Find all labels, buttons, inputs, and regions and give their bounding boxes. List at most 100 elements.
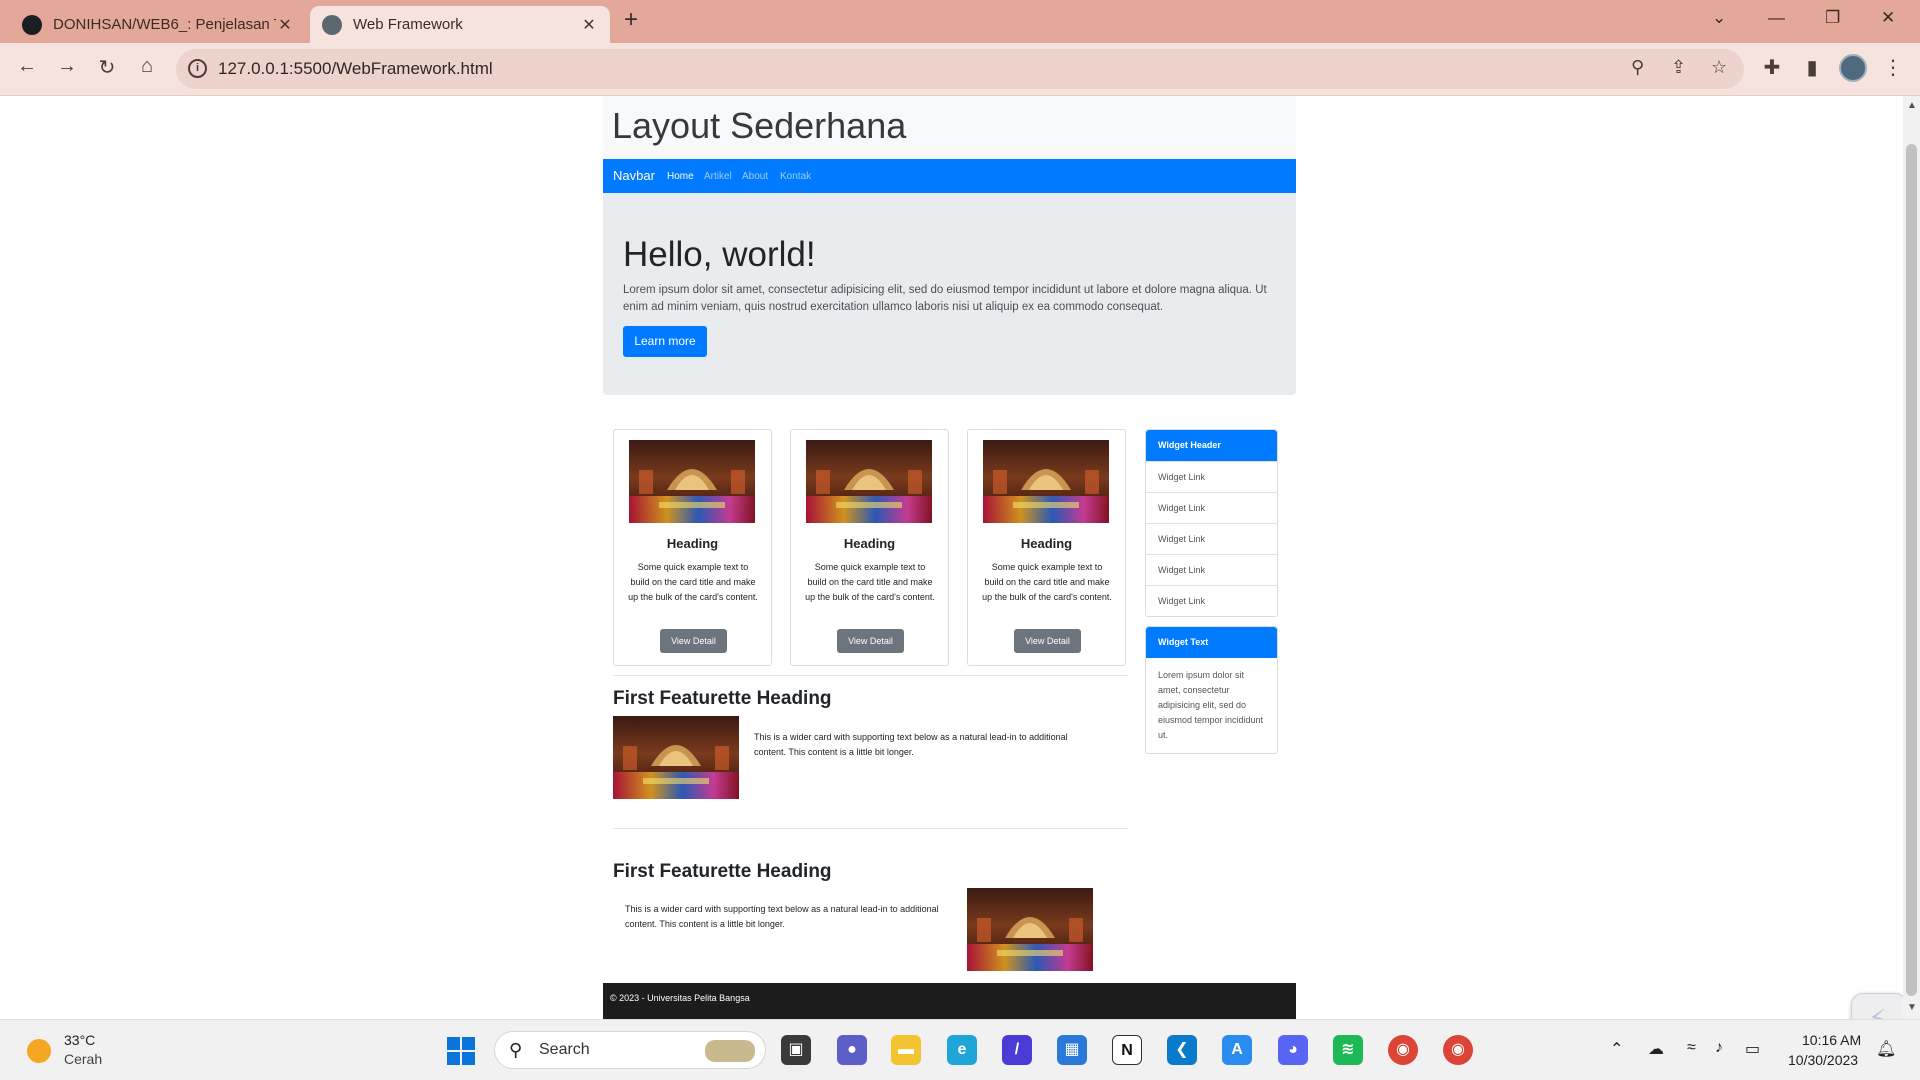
widget-links: Widget Header Widget Link Widget Link Wi…: [1145, 429, 1278, 617]
featurette-text: This is a wider card with supporting tex…: [625, 904, 939, 929]
edge-icon[interactable]: e: [947, 1035, 977, 1065]
zoom-icon[interactable]: ⚲: [1631, 57, 1644, 78]
star-icon[interactable]: ☆: [1711, 57, 1727, 78]
lightning-icon: ⚡: [1868, 1004, 1887, 1019]
card-text: Some quick example text to build on the …: [628, 562, 758, 602]
mosque-interior-image: [983, 440, 1109, 523]
url-text[interactable]: 127.0.0.1:5500/WebFramework.html: [218, 59, 493, 79]
card-text: Some quick example text to build on the …: [982, 562, 1112, 602]
info-icon[interactable]: i: [188, 59, 207, 78]
windows-taskbar: 33°C Cerah ⚲ Search ▣ ● ▬ e / ▦ N ❮ A ◕ …: [0, 1019, 1920, 1080]
navbar: Navbar Home Artikel About Kontak: [603, 159, 1296, 193]
file-explorer-icon[interactable]: ▬: [891, 1035, 921, 1065]
nav-item-kontak[interactable]: Kontak: [780, 171, 811, 182]
start-icon[interactable]: [447, 1037, 475, 1065]
search-icon: ⚲: [509, 1040, 523, 1060]
widget-link[interactable]: Widget Link: [1146, 585, 1277, 616]
chrome-icon[interactable]: ◉: [1388, 1035, 1418, 1065]
widget-text: Widget Text Lorem ipsum dolor sit amet, …: [1145, 626, 1278, 754]
globe-icon: [322, 14, 342, 35]
page-scrollbar[interactable]: ▲ ▼: [1903, 96, 1920, 1019]
app-store-icon[interactable]: A: [1222, 1035, 1252, 1065]
nav-item-about[interactable]: About: [742, 171, 768, 182]
widget-header: Widget Text: [1146, 627, 1277, 658]
address-bar[interactable]: i 127.0.0.1:5500/WebFramework.html ⚲ ⇪ ☆: [176, 49, 1744, 89]
weather-condition[interactable]: Cerah: [64, 1051, 102, 1067]
sun-icon[interactable]: [27, 1039, 51, 1063]
widget-link[interactable]: Widget Link: [1146, 554, 1277, 585]
learn-more-button[interactable]: Learn more: [623, 326, 707, 357]
widget-link[interactable]: Widget Link: [1146, 492, 1277, 523]
card-title: Heading: [1020, 536, 1073, 551]
featurette-heading: First Featurette Heading: [613, 861, 832, 882]
vscode-icon[interactable]: ❮: [1167, 1035, 1197, 1065]
wifi-icon[interactable]: ≈: [1687, 1039, 1696, 1057]
page-container: Layout Sederhana Navbar Home Artikel Abo…: [603, 96, 1296, 1019]
menu-icon[interactable]: ⋮: [1880, 55, 1906, 80]
extensions-icon[interactable]: ✚: [1759, 55, 1785, 80]
tab-search-icon[interactable]: ⌄: [1712, 8, 1726, 28]
widget-header: Widget Header: [1146, 430, 1277, 461]
profile-avatar[interactable]: [1839, 54, 1867, 82]
notion-icon[interactable]: N: [1112, 1035, 1142, 1065]
github-icon: [22, 14, 42, 35]
task-view-icon[interactable]: ▣: [781, 1035, 811, 1065]
browser-chrome: DONIHSAN/WEB6_: Penjelasan T ✕ Web Frame…: [0, 0, 1920, 96]
view-detail-button[interactable]: View Detail: [1014, 629, 1081, 653]
mosque-interior-image: [629, 440, 755, 523]
scroll-down-icon[interactable]: ▼: [1907, 1002, 1917, 1013]
widget-link[interactable]: Widget Link: [1146, 461, 1277, 492]
discord-icon[interactable]: ◕: [1278, 1035, 1308, 1065]
featurette-heading: First Featurette Heading: [613, 688, 832, 709]
notification-bell-icon[interactable]: 🔔︎: [1876, 1039, 1896, 1059]
tab-strip: DONIHSAN/WEB6_: Penjelasan T ✕ Web Frame…: [0, 0, 1920, 43]
tab-github[interactable]: DONIHSAN/WEB6_: Penjelasan T ✕: [10, 6, 306, 43]
share-icon[interactable]: ⇪: [1671, 57, 1686, 78]
mosque-interior-image: [806, 440, 932, 523]
clock-date[interactable]: 10/30/2023: [1788, 1052, 1858, 1068]
spotify-icon[interactable]: ≋: [1333, 1035, 1363, 1065]
search-label[interactable]: Search: [539, 1041, 590, 1059]
close-window-button[interactable]: ✕: [1881, 8, 1895, 28]
sidepanel-icon[interactable]: ▮: [1799, 55, 1825, 80]
volume-icon[interactable]: ♪: [1715, 1039, 1723, 1057]
nav-item-artikel[interactable]: Artikel: [704, 171, 732, 182]
tab-close-icon[interactable]: ✕: [580, 15, 598, 35]
store-icon[interactable]: ▦: [1057, 1035, 1087, 1065]
chat-icon[interactable]: ●: [837, 1035, 867, 1065]
chrome-icon[interactable]: ◉: [1443, 1035, 1473, 1065]
card-text: Some quick example text to build on the …: [805, 562, 935, 602]
mosque-interior-image: [967, 888, 1093, 971]
widget-body: Lorem ipsum dolor sit amet, consectetur …: [1158, 670, 1264, 740]
view-detail-button[interactable]: View Detail: [837, 629, 904, 653]
view-detail-button[interactable]: View Detail: [660, 629, 727, 653]
tab-web-framework[interactable]: Web Framework ✕: [310, 6, 610, 43]
taskbar-search[interactable]: ⚲ Search: [494, 1031, 766, 1069]
app-icon[interactable]: /: [1002, 1035, 1032, 1065]
home-icon[interactable]: ⌂: [134, 55, 160, 78]
widget-link[interactable]: Widget Link: [1146, 523, 1277, 554]
scroll-up-icon[interactable]: ▲: [1907, 100, 1917, 111]
reload-icon[interactable]: ↻: [94, 55, 120, 80]
navbar-brand[interactable]: Navbar: [613, 168, 655, 183]
card-title: Heading: [843, 536, 896, 551]
cloud-icon[interactable]: ☁: [1648, 1039, 1664, 1059]
jumbotron: Hello, world! Lorem ipsum dolor sit amet…: [603, 193, 1296, 395]
page-footer: © 2023 - Universitas Pelita Bangsa: [603, 983, 1296, 1019]
card: Heading Some quick example text to build…: [613, 429, 772, 666]
back-icon[interactable]: ←: [14, 55, 40, 78]
nav-item-home[interactable]: Home: [667, 171, 694, 182]
battery-icon[interactable]: ▭: [1745, 1039, 1760, 1059]
scrollbar-thumb[interactable]: [1906, 144, 1917, 996]
forward-icon[interactable]: →: [54, 55, 80, 78]
chevron-up-icon[interactable]: ⌃: [1610, 1039, 1623, 1059]
weather-temp[interactable]: 33°C: [64, 1032, 95, 1048]
search-highlight-image: [705, 1040, 755, 1062]
card: Heading Some quick example text to build…: [790, 429, 949, 666]
clock-time[interactable]: 10:16 AM: [1802, 1032, 1861, 1048]
new-tab-button[interactable]: +: [624, 6, 638, 34]
tab-close-icon[interactable]: ✕: [276, 15, 294, 35]
minimize-button[interactable]: —: [1768, 8, 1785, 28]
restore-button[interactable]: ❐: [1825, 8, 1840, 28]
floating-extension-button[interactable]: ⚡: [1851, 993, 1903, 1019]
